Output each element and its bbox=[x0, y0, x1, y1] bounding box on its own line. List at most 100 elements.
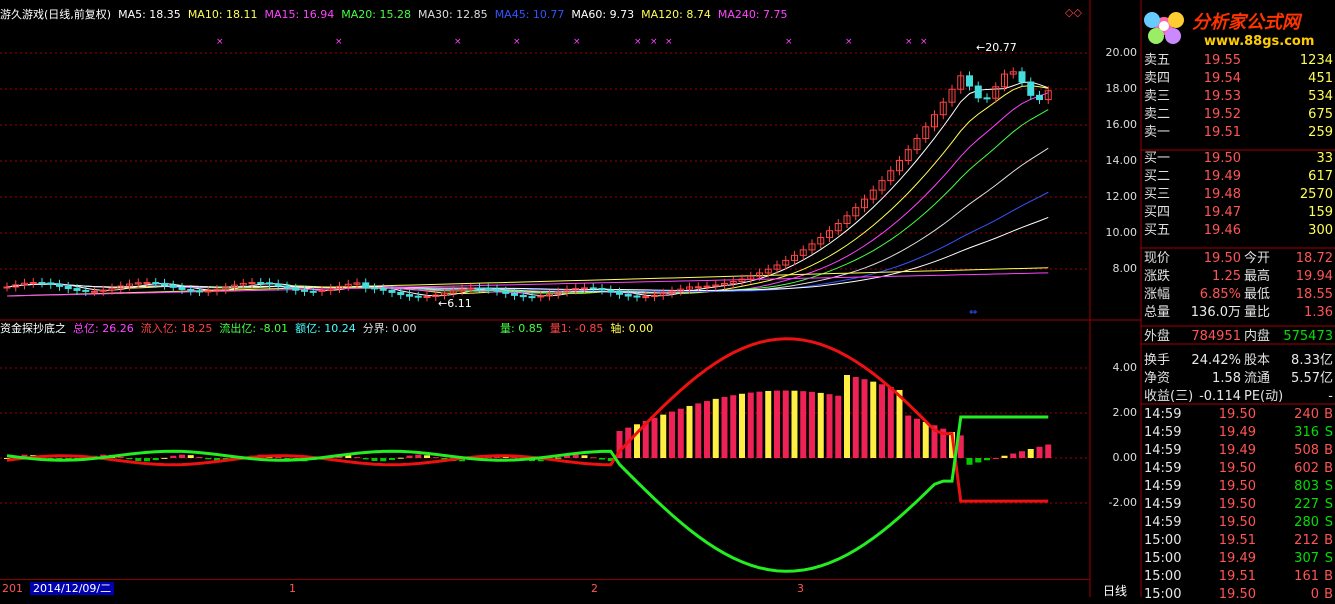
low-value: 6.11 bbox=[447, 297, 472, 310]
site-logo: 分析家公式网 www.88gs.com bbox=[1136, 0, 1335, 52]
tick-volume: 508 bbox=[1294, 443, 1319, 458]
buy-level-label: 买五 bbox=[1144, 223, 1171, 238]
indicator-bar bbox=[879, 384, 885, 458]
tick-flag: B bbox=[1324, 443, 1333, 458]
indicator-bar bbox=[756, 391, 763, 458]
tick-price: 19.49 bbox=[1218, 551, 1256, 566]
candle-body bbox=[642, 296, 650, 299]
indicator-bar bbox=[870, 381, 877, 458]
sell-price: 19.52 bbox=[1203, 107, 1241, 122]
time-tick-2: 2 bbox=[591, 582, 598, 595]
scroll-arrows-icon[interactable]: ⇔ bbox=[969, 307, 977, 318]
candle-body bbox=[519, 294, 527, 298]
quote-label: 涨跌 bbox=[1144, 269, 1171, 284]
quote-value: 19.94 bbox=[1295, 269, 1333, 284]
panel-row: 15:00 19.50 0 B bbox=[1141, 586, 1335, 604]
candle-body bbox=[467, 287, 475, 290]
signal-mark: × bbox=[454, 37, 462, 47]
tick-volume: 316 bbox=[1294, 425, 1319, 440]
panel-row: 14:59 19.49 316 S bbox=[1141, 424, 1335, 442]
candle-body bbox=[406, 294, 413, 297]
buy-volume: 159 bbox=[1308, 205, 1333, 220]
panel-row: 买三 19.48 2570 bbox=[1141, 186, 1335, 204]
panel-row: 换手 24.42% 股本 8.33亿 bbox=[1141, 352, 1335, 370]
tick-flag: B bbox=[1324, 587, 1333, 602]
quote-value: 784951 bbox=[1191, 329, 1241, 344]
candle-body bbox=[82, 289, 90, 292]
sell-volume: 1234 bbox=[1299, 53, 1333, 68]
candle-body bbox=[292, 287, 300, 291]
high-value: 20.77 bbox=[985, 41, 1017, 54]
tick-volume: 0 bbox=[1310, 587, 1319, 602]
price-tick: 14.00 bbox=[1105, 154, 1138, 167]
tick-price: 19.51 bbox=[1218, 533, 1256, 548]
indicator-bar bbox=[196, 456, 203, 458]
indicator-bar bbox=[896, 389, 903, 458]
buy-level-label: 买一 bbox=[1144, 151, 1171, 166]
panel-row: 收益(三) -0.114 PE(动) - bbox=[1141, 388, 1335, 406]
quote-label: 股本 bbox=[1244, 353, 1271, 368]
quote-value: 18.55 bbox=[1295, 287, 1333, 302]
tick-price: 19.50 bbox=[1218, 587, 1256, 602]
quote-label: 量比 bbox=[1244, 305, 1271, 320]
price-tick: 8.00 bbox=[1112, 262, 1138, 275]
ma-label: MA45: 10.77 bbox=[494, 8, 565, 21]
indicator-value: 量: 0.85 bbox=[500, 322, 543, 335]
indicator-bar bbox=[861, 379, 868, 458]
tick-price: 19.51 bbox=[1218, 569, 1256, 584]
indicator-bar bbox=[791, 390, 798, 458]
indicator-bar bbox=[721, 396, 728, 458]
indicator-bar bbox=[179, 454, 185, 458]
indicator-bar bbox=[922, 421, 929, 458]
candle-body bbox=[598, 287, 606, 291]
candle-body bbox=[73, 288, 81, 291]
candle-body bbox=[257, 282, 265, 285]
date-cursor: 2014/12/09/二 bbox=[30, 582, 115, 595]
indicator-bar bbox=[144, 458, 150, 462]
indicator-bar bbox=[765, 390, 772, 458]
indicator-bar bbox=[590, 457, 597, 459]
indicator-value: 流出亿: -8.01 bbox=[219, 322, 289, 335]
tick-time: 14:59 bbox=[1144, 425, 1182, 440]
buy-price: 19.48 bbox=[1203, 187, 1241, 202]
indicator-bar bbox=[817, 392, 824, 458]
indicator-bar bbox=[555, 457, 562, 459]
tick-time: 14:59 bbox=[1144, 443, 1182, 458]
tick-volume: 280 bbox=[1294, 515, 1319, 530]
tick-flag: S bbox=[1324, 551, 1333, 566]
ma-line bbox=[6, 85, 1049, 294]
low-annotation: ←6.11 bbox=[438, 297, 472, 310]
candle-body bbox=[397, 291, 405, 296]
quote-value: 5.57亿 bbox=[1291, 371, 1333, 386]
candle-body bbox=[204, 290, 212, 293]
tick-flag: B bbox=[1324, 569, 1333, 584]
tick-time: 14:59 bbox=[1144, 479, 1182, 494]
quote-label: 最高 bbox=[1244, 269, 1271, 284]
quote-value: 1.58 bbox=[1212, 371, 1241, 386]
signal-mark: × bbox=[513, 37, 521, 47]
quote-value: 136.0万 bbox=[1190, 305, 1241, 320]
ma-label: MA60: 9.73 bbox=[571, 8, 635, 21]
candle-body bbox=[301, 289, 308, 292]
ma-label: MA20: 15.28 bbox=[341, 8, 411, 21]
panel-row: 现价 19.50 今开 18.72 bbox=[1141, 250, 1335, 268]
indicator-bar bbox=[397, 457, 404, 459]
panel-row: 卖一 19.51 259 bbox=[1141, 124, 1335, 142]
price-tick: 18.00 bbox=[1105, 82, 1138, 95]
quote-label: PE(动) bbox=[1244, 389, 1284, 404]
candle-body bbox=[274, 283, 282, 287]
candle-body bbox=[196, 290, 203, 293]
tick-price: 19.50 bbox=[1218, 461, 1256, 476]
candle-body bbox=[266, 282, 273, 285]
signal-mark: × bbox=[845, 37, 853, 47]
candle-body bbox=[589, 287, 597, 290]
diamond-icon[interactable]: ◇◇ bbox=[1065, 6, 1082, 19]
tick-time: 14:59 bbox=[1144, 461, 1182, 476]
period-button[interactable]: 日线 bbox=[1103, 582, 1127, 599]
candle-body bbox=[169, 284, 177, 288]
panel-row: 15:00 19.49 307 S bbox=[1141, 550, 1335, 568]
indicator-value: 量1: -0.85 bbox=[549, 322, 604, 335]
quote-value: -0.114 bbox=[1199, 389, 1241, 404]
candle-body bbox=[633, 295, 641, 298]
candle-body bbox=[493, 288, 501, 292]
